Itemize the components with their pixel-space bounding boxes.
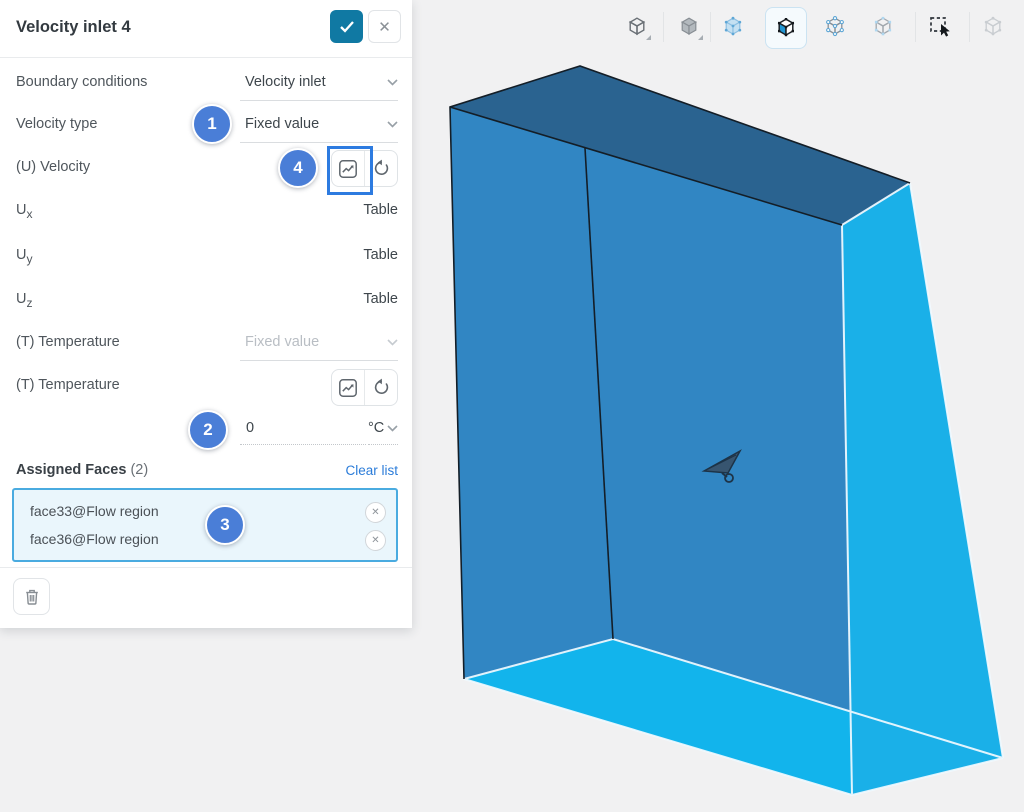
annotation-badge-2: 2 <box>188 410 228 450</box>
u-velocity-button-group <box>331 150 398 187</box>
close-icon: ✕ <box>378 18 391 36</box>
body-cube-icon <box>871 15 895 39</box>
check-icon <box>339 20 355 33</box>
face-select-cube-icon <box>774 16 798 40</box>
chart-table-input-button[interactable] <box>332 151 364 186</box>
toolbar-separator <box>663 12 664 42</box>
field-underline <box>240 142 398 143</box>
vertex-cube-icon <box>721 15 745 39</box>
panel-header: Velocity inlet 4 ✕ <box>0 0 412 58</box>
dropdown-corner-arrow <box>698 35 703 40</box>
remove-icon: ✕ <box>371 535 379 546</box>
reset-icon <box>372 159 391 178</box>
boundary-conditions-select[interactable]: Velocity inlet <box>245 74 398 90</box>
toolbar-separator <box>710 12 711 42</box>
page-title: Velocity inlet 4 <box>16 18 131 37</box>
simscale-workbench: Velocity inlet 4 ✕ Boundary conditions V… <box>0 0 1024 812</box>
panel-footer-divider <box>0 567 412 568</box>
uz-label: Uz <box>16 291 33 310</box>
field-underline <box>240 100 398 101</box>
field-underline <box>240 360 398 361</box>
reset-button[interactable] <box>364 370 397 405</box>
toolbar-separator <box>915 12 916 42</box>
wireframe-view-button[interactable] <box>617 7 657 47</box>
chevron-down-icon <box>387 339 398 346</box>
annotation-badge-3: 3 <box>205 505 245 545</box>
remove-face-button[interactable]: ✕ <box>365 530 386 551</box>
unit-select[interactable]: °C <box>368 420 398 436</box>
shaded-view-button[interactable] <box>669 7 709 47</box>
temperature-type-value: Fixed value <box>245 334 319 350</box>
face-list-item[interactable]: face36@Flow region <box>30 531 159 547</box>
annotation-badge-1: 1 <box>192 104 232 144</box>
isolate-cube-icon-disabled <box>981 15 1005 39</box>
unit-underline <box>368 444 398 445</box>
edge-cube-icon <box>823 15 847 39</box>
assigned-faces-count: (2) <box>130 462 148 478</box>
vertex-select-button[interactable] <box>713 7 753 47</box>
toolbar-separator <box>969 12 970 42</box>
boundary-conditions-value: Velocity inlet <box>245 74 326 90</box>
clear-list-link[interactable]: Clear list <box>345 463 398 478</box>
delete-button[interactable] <box>13 578 50 615</box>
input-underline <box>240 444 366 445</box>
chart-icon <box>338 159 358 179</box>
u-velocity-label: (U) Velocity <box>16 159 90 175</box>
reset-button[interactable] <box>364 151 397 186</box>
velocity-type-value: Fixed value <box>245 116 319 132</box>
chart-icon <box>338 378 358 398</box>
dropdown-corner-arrow <box>646 35 651 40</box>
velocity-type-select[interactable]: Fixed value <box>245 116 398 132</box>
remove-icon: ✕ <box>371 507 379 518</box>
confirm-button[interactable] <box>330 10 363 43</box>
edge-select-button[interactable] <box>815 7 855 47</box>
temperature-type-label: (T) Temperature <box>16 334 120 350</box>
trash-icon <box>22 587 42 607</box>
close-button[interactable]: ✕ <box>368 10 401 43</box>
chevron-down-icon <box>387 79 398 86</box>
body-select-button[interactable] <box>863 7 903 47</box>
isolate-selection-button[interactable] <box>973 7 1013 47</box>
unit-value: °C <box>368 420 384 436</box>
reset-icon <box>372 378 391 397</box>
geometry-right-face-assigned[interactable] <box>842 183 1003 795</box>
ux-label: Ux <box>16 202 33 221</box>
temperature-input[interactable]: 0 <box>246 420 254 436</box>
uy-value[interactable]: Table <box>363 247 398 263</box>
temperature-type-select-disabled[interactable]: Fixed value <box>245 334 398 350</box>
face-select-button[interactable] <box>765 7 807 49</box>
uy-label: Uy <box>16 247 33 266</box>
box-select-icon <box>928 14 954 40</box>
uz-value[interactable]: Table <box>363 291 398 307</box>
ux-value[interactable]: Table <box>363 202 398 218</box>
boundary-condition-panel: Velocity inlet 4 ✕ Boundary conditions V… <box>0 0 412 628</box>
velocity-type-label: Velocity type <box>16 116 97 132</box>
chevron-down-icon <box>387 121 398 128</box>
chart-table-input-button[interactable] <box>332 370 364 405</box>
face-list-item[interactable]: face33@Flow region <box>30 503 159 519</box>
chevron-down-icon <box>387 425 398 432</box>
remove-face-button[interactable]: ✕ <box>365 502 386 523</box>
annotation-badge-4: 4 <box>278 148 318 188</box>
box-select-button[interactable] <box>921 7 961 47</box>
boundary-conditions-label: Boundary conditions <box>16 74 147 90</box>
temperature-value-label: (T) Temperature <box>16 377 120 393</box>
temperature-button-group <box>331 369 398 406</box>
assigned-faces-label: Assigned Faces (2) <box>16 462 148 478</box>
